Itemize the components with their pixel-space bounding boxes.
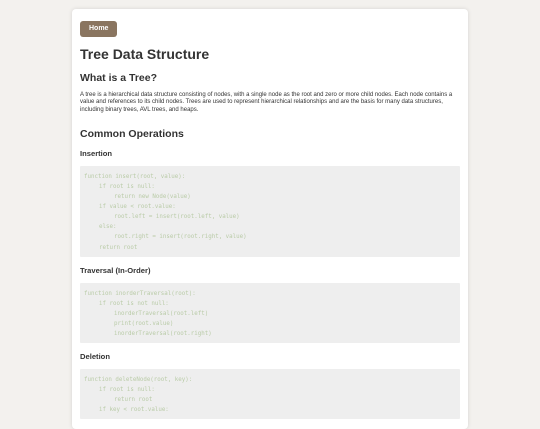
- code-line: function inorderTraversal(root):: [84, 290, 196, 297]
- intro-paragraph: A tree is a hierarchical data structure …: [80, 92, 453, 113]
- code-line: inorderTraversal(root.right): [114, 331, 212, 338]
- deletion-heading: Deletion: [80, 352, 110, 362]
- code-line: return root: [114, 397, 153, 404]
- code-line: if value < root.value:: [99, 204, 176, 211]
- home-button[interactable]: Home: [80, 21, 118, 37]
- common-operations-heading: Common Operations: [80, 127, 184, 140]
- code-line: root.left = insert(root.left, value): [114, 214, 240, 221]
- content-card: Home Tree Data Structure What is a Tree?…: [72, 9, 468, 429]
- traversal-heading: Traversal (In-Order): [80, 265, 151, 275]
- code-line: return root: [99, 244, 138, 251]
- insertion-heading: Insertion: [80, 148, 113, 158]
- code-line: function deleteNode(root, key):: [84, 377, 193, 384]
- page-title: Tree Data Structure: [80, 46, 210, 62]
- code-line: return new Node(value): [114, 194, 191, 201]
- code-line: function insert(root, value):: [84, 173, 186, 180]
- what-is-tree-heading: What is a Tree?: [80, 72, 158, 84]
- code-line: print(root.value): [114, 320, 174, 327]
- insertion-code-block: function insert(root, value): if root is …: [80, 165, 460, 257]
- code-line: if root is not null:: [99, 300, 169, 307]
- code-line: inorderTraversal(root.left): [114, 310, 209, 317]
- code-line: else:: [99, 224, 117, 231]
- traversal-code-block: function inorderTraversal(root): if root …: [80, 282, 460, 344]
- deletion-code-block: function deleteNode(root, key): if root i…: [80, 369, 460, 420]
- code-line: if root is null:: [99, 183, 155, 190]
- code-line: if key < root.value:: [99, 407, 169, 414]
- code-line: root.right = insert(root.right, value): [114, 234, 247, 241]
- code-line: if root is null:: [99, 387, 155, 394]
